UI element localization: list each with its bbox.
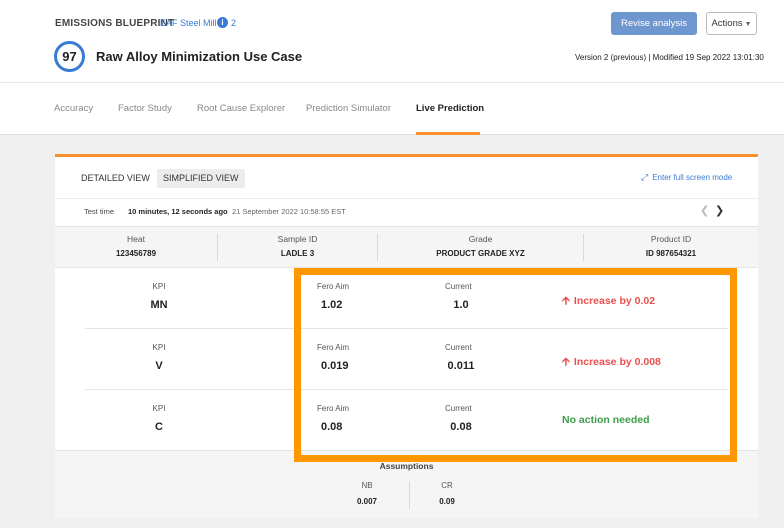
- heat-label: Heat: [127, 234, 145, 244]
- product-id-label: Product ID: [650, 234, 692, 244]
- info-count[interactable]: 2: [231, 18, 236, 28]
- tab-root-cause-explorer[interactable]: Root Cause Explorer: [197, 103, 285, 114]
- kpi-value: V: [155, 360, 163, 372]
- assumptions-title: Assumptions: [379, 461, 434, 471]
- fullscreen-label: Enter full screen mode: [652, 173, 733, 182]
- panel-accent-bar: [55, 154, 758, 157]
- kpi-label: KPI: [152, 282, 166, 291]
- sample-id-value: LADLE 3: [280, 249, 315, 258]
- chevron-down-icon: ▼: [744, 21, 752, 28]
- assumption-nb: NB 0.007: [337, 481, 397, 506]
- test-time-date: 21 September 2022 10:58:55 EST: [232, 207, 346, 216]
- sample-id-label: Sample ID: [277, 234, 318, 244]
- assumption-label: CR: [441, 481, 453, 490]
- test-time-label: Test time: [84, 207, 115, 216]
- page-title: Raw Alloy Minimization Use Case: [96, 49, 303, 64]
- kpi-value: C: [155, 421, 163, 433]
- score-badge: 97: [54, 41, 85, 72]
- fullscreen-link[interactable]: ⤢ Enter full screen mode: [641, 172, 732, 183]
- tab-prediction-simulator[interactable]: Prediction Simulator: [306, 103, 391, 114]
- grade-value: PRODUCT GRADE XYZ: [436, 249, 525, 258]
- product-id-info: Product ID ID 987654321: [584, 227, 758, 269]
- kpi-value: MN: [150, 299, 168, 311]
- revise-analysis-button[interactable]: Revise analysis: [611, 12, 697, 35]
- highlight-box: [294, 268, 737, 462]
- kpi-label: KPI: [152, 404, 166, 413]
- test-time-value: 10 minutes, 12 seconds ago: [128, 207, 228, 216]
- info-icon[interactable]: i: [217, 17, 228, 28]
- kpi-label: KPI: [152, 343, 166, 352]
- brand-label: EMISSIONS BLUEPRINT: [55, 18, 175, 29]
- test-time-row: Test time 10 minutes, 12 seconds ago 21 …: [55, 198, 758, 225]
- assumption-label: NB: [361, 481, 373, 490]
- assumption-value: 0.007: [356, 497, 378, 506]
- simplified-view-button[interactable]: SIMPLIFIED VIEW: [157, 169, 245, 188]
- detailed-view-button[interactable]: DETAILED VIEW: [75, 169, 156, 188]
- grade-label: Grade: [468, 234, 493, 244]
- tab-accuracy[interactable]: Accuracy: [54, 103, 93, 114]
- actions-dropdown[interactable]: Actions ▼: [706, 12, 757, 35]
- previous-icon[interactable]: ❮: [700, 204, 709, 217]
- tab-live-prediction[interactable]: Live Prediction: [416, 103, 484, 114]
- actions-label: Actions: [711, 18, 743, 29]
- divider: [409, 481, 410, 509]
- product-id-value: ID 987654321: [645, 249, 697, 258]
- tab-bar: Accuracy Factor Study Root Cause Explore…: [0, 82, 784, 135]
- version-info: Version 2 (previous) | Modified 19 Sep 2…: [575, 53, 764, 62]
- active-tab-indicator: [416, 132, 480, 135]
- tab-factor-study[interactable]: Factor Study: [118, 103, 172, 114]
- sample-id-info: Sample ID LADLE 3: [218, 227, 377, 269]
- assumption-cr: CR 0.09: [417, 481, 477, 506]
- app-header: EMISSIONS BLUEPRINT EAF Steel Mill i 2 9…: [0, 0, 784, 82]
- next-icon[interactable]: ❯: [715, 204, 724, 217]
- heat-info: Heat 123456789: [55, 227, 217, 269]
- assumption-value: 0.09: [439, 497, 455, 506]
- plant-link[interactable]: EAF Steel Mill: [160, 18, 217, 28]
- heat-value: 123456789: [115, 249, 157, 258]
- grade-info: Grade PRODUCT GRADE XYZ: [378, 227, 583, 269]
- expand-icon: ⤢: [641, 172, 649, 182]
- sample-info-strip: Heat 123456789 Sample ID LADLE 3 Grade P…: [55, 226, 758, 268]
